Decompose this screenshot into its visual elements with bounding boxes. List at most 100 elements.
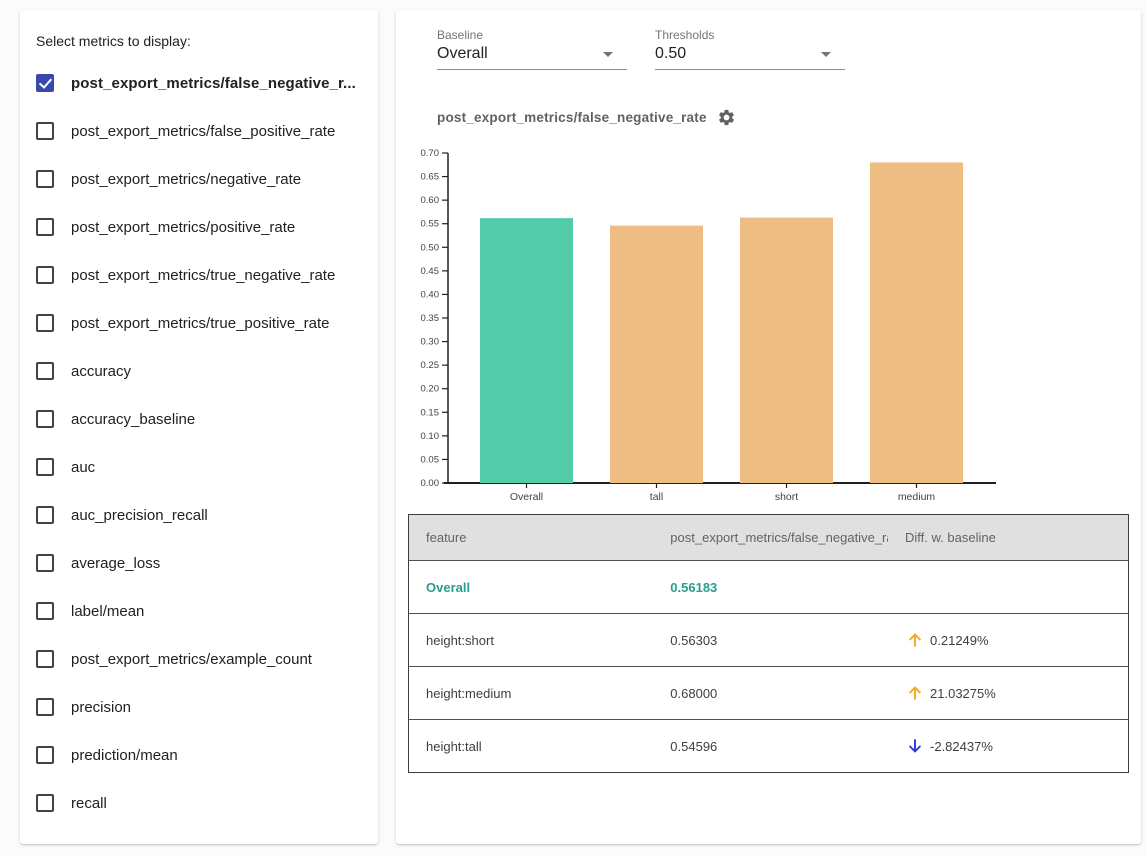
baseline-select[interactable]: Baseline Overall — [437, 28, 627, 70]
chart-title: post_export_metrics/false_negative_rate — [437, 110, 707, 125]
metric-list-item[interactable]: auc — [33, 443, 362, 491]
metric-list-item[interactable]: post_export_metrics/positive_rate — [33, 203, 362, 251]
table-row: Overall0.56183 — [409, 561, 1129, 614]
unchecked-checkbox-icon[interactable] — [36, 602, 54, 620]
settings-gear-icon[interactable] — [717, 108, 736, 127]
unchecked-checkbox-icon[interactable] — [36, 746, 54, 764]
svg-text:0.25: 0.25 — [421, 360, 440, 371]
metric-label: auc — [71, 459, 95, 476]
svg-text:0.45: 0.45 — [421, 266, 440, 277]
unchecked-checkbox-icon[interactable] — [36, 506, 54, 524]
unchecked-checkbox-icon[interactable] — [36, 650, 54, 668]
diff-cell — [888, 561, 1128, 614]
diff-cell: 21.03275% — [888, 667, 1128, 720]
metric-value-cell: 0.68000 — [653, 667, 888, 720]
metric-list-item[interactable]: post_export_metrics/false_negative_r... — [33, 59, 362, 107]
chevron-down-icon — [821, 52, 831, 57]
feature-cell: height:medium — [409, 667, 654, 720]
diff-value: -2.82437% — [930, 739, 993, 754]
feature-cell: height:short — [409, 614, 654, 667]
metric-label: post_export_metrics/negative_rate — [71, 171, 301, 188]
unchecked-checkbox-icon[interactable] — [36, 458, 54, 476]
unchecked-checkbox-icon[interactable] — [36, 170, 54, 188]
metric-list-item[interactable]: prediction/mean — [33, 731, 362, 779]
metric-label: auc_precision_recall — [71, 507, 208, 524]
unchecked-checkbox-icon[interactable] — [36, 362, 54, 380]
svg-text:0.50: 0.50 — [421, 242, 440, 253]
thresholds-select[interactable]: Thresholds 0.50 — [655, 28, 845, 70]
metrics-table: featurepost_export_metrics/false_negativ… — [408, 514, 1129, 773]
metric-label: accuracy_baseline — [71, 411, 195, 428]
table-row: height:tall0.54596 -2.82437% — [409, 720, 1129, 773]
bar-chart: 0.000.050.100.150.200.250.300.350.400.45… — [408, 141, 1008, 503]
table-row: height:medium0.68000 21.03275% — [409, 667, 1129, 720]
diff-cell: 0.21249% — [888, 614, 1128, 667]
svg-text:0.00: 0.00 — [421, 478, 440, 489]
svg-text:0.20: 0.20 — [421, 384, 440, 395]
chart-header: post_export_metrics/false_negative_rate — [437, 108, 1141, 127]
unchecked-checkbox-icon[interactable] — [36, 314, 54, 332]
thresholds-select-value: 0.50 — [655, 45, 686, 63]
feature-cell: Overall — [409, 561, 654, 614]
bar-medium[interactable] — [870, 162, 963, 483]
diff-cell: -2.82437% — [888, 720, 1128, 773]
unchecked-checkbox-icon[interactable] — [36, 410, 54, 428]
metric-list-item[interactable]: accuracy — [33, 347, 362, 395]
bar-Overall[interactable] — [480, 218, 573, 483]
metric-list-item[interactable]: post_export_metrics/negative_rate — [33, 155, 362, 203]
checked-checkbox-icon[interactable] — [36, 74, 54, 92]
chevron-down-icon — [603, 52, 613, 57]
metric-label: post_export_metrics/false_positive_rate — [71, 123, 335, 140]
metric-list-item[interactable]: average_loss — [33, 539, 362, 587]
x-axis-label: short — [775, 491, 798, 503]
svg-text:0.10: 0.10 — [421, 431, 440, 442]
baseline-select-label: Baseline — [437, 28, 627, 42]
metric-list-item[interactable]: precision — [33, 683, 362, 731]
metric-list-item[interactable]: label/mean — [33, 587, 362, 635]
unchecked-checkbox-icon[interactable] — [36, 554, 54, 572]
diff-value: 21.03275% — [930, 686, 996, 701]
unchecked-checkbox-icon[interactable] — [36, 698, 54, 716]
page: Select metrics to display: post_export_m… — [0, 0, 1147, 856]
metric-list-item[interactable]: post_export_metrics/example_count — [33, 635, 362, 683]
metric-label: post_export_metrics/positive_rate — [71, 219, 295, 236]
metric-label: prediction/mean — [71, 747, 178, 764]
svg-text:0.35: 0.35 — [421, 313, 440, 324]
baseline-select-value: Overall — [437, 45, 488, 63]
metric-list-item[interactable]: post_export_metrics/true_negative_rate — [33, 251, 362, 299]
arrow-down-icon — [905, 736, 925, 756]
svg-text:0.65: 0.65 — [421, 172, 440, 183]
table-header: featurepost_export_metrics/false_negativ… — [409, 515, 1129, 561]
metric-label: post_export_metrics/true_positive_rate — [71, 315, 329, 332]
svg-text:0.30: 0.30 — [421, 337, 440, 348]
bar-short[interactable] — [740, 218, 833, 483]
controls-row: Baseline Overall Thresholds 0.50 — [437, 28, 1141, 70]
metric-list-item[interactable]: auc_precision_recall — [33, 491, 362, 539]
metrics-panel: Select metrics to display: post_export_m… — [20, 10, 378, 844]
svg-text:0.60: 0.60 — [421, 195, 440, 206]
table-column-header: Diff. w. baseline — [888, 515, 1128, 561]
unchecked-checkbox-icon[interactable] — [36, 266, 54, 284]
metric-value-cell: 0.54596 — [653, 720, 888, 773]
table-row: height:short0.563030.21249% — [409, 614, 1129, 667]
metric-list-item[interactable]: post_export_metrics/false_positive_rate — [33, 107, 362, 155]
unchecked-checkbox-icon[interactable] — [36, 218, 54, 236]
metric-label: precision — [71, 699, 131, 716]
metric-list-item[interactable]: accuracy_baseline — [33, 395, 362, 443]
x-axis-label: medium — [898, 491, 936, 503]
metric-list-item[interactable]: post_export_metrics/true_positive_rate — [33, 299, 362, 347]
metric-list: post_export_metrics/false_negative_r...p… — [33, 59, 362, 827]
feature-cell: height:tall — [409, 720, 654, 773]
visualization-panel: Baseline Overall Thresholds 0.50 post_ex… — [396, 10, 1141, 844]
metric-label: label/mean — [71, 603, 144, 620]
svg-text:0.05: 0.05 — [421, 454, 440, 465]
metric-value-cell: 0.56303 — [653, 614, 888, 667]
svg-text:0.15: 0.15 — [421, 407, 440, 418]
unchecked-checkbox-icon[interactable] — [36, 122, 54, 140]
bar-tall[interactable] — [610, 226, 703, 483]
unchecked-checkbox-icon[interactable] — [36, 794, 54, 812]
metrics-panel-title: Select metrics to display: — [36, 33, 362, 49]
x-axis-label: tall — [650, 491, 663, 503]
metric-label: recall — [71, 795, 107, 812]
metric-list-item[interactable]: recall — [33, 779, 362, 827]
